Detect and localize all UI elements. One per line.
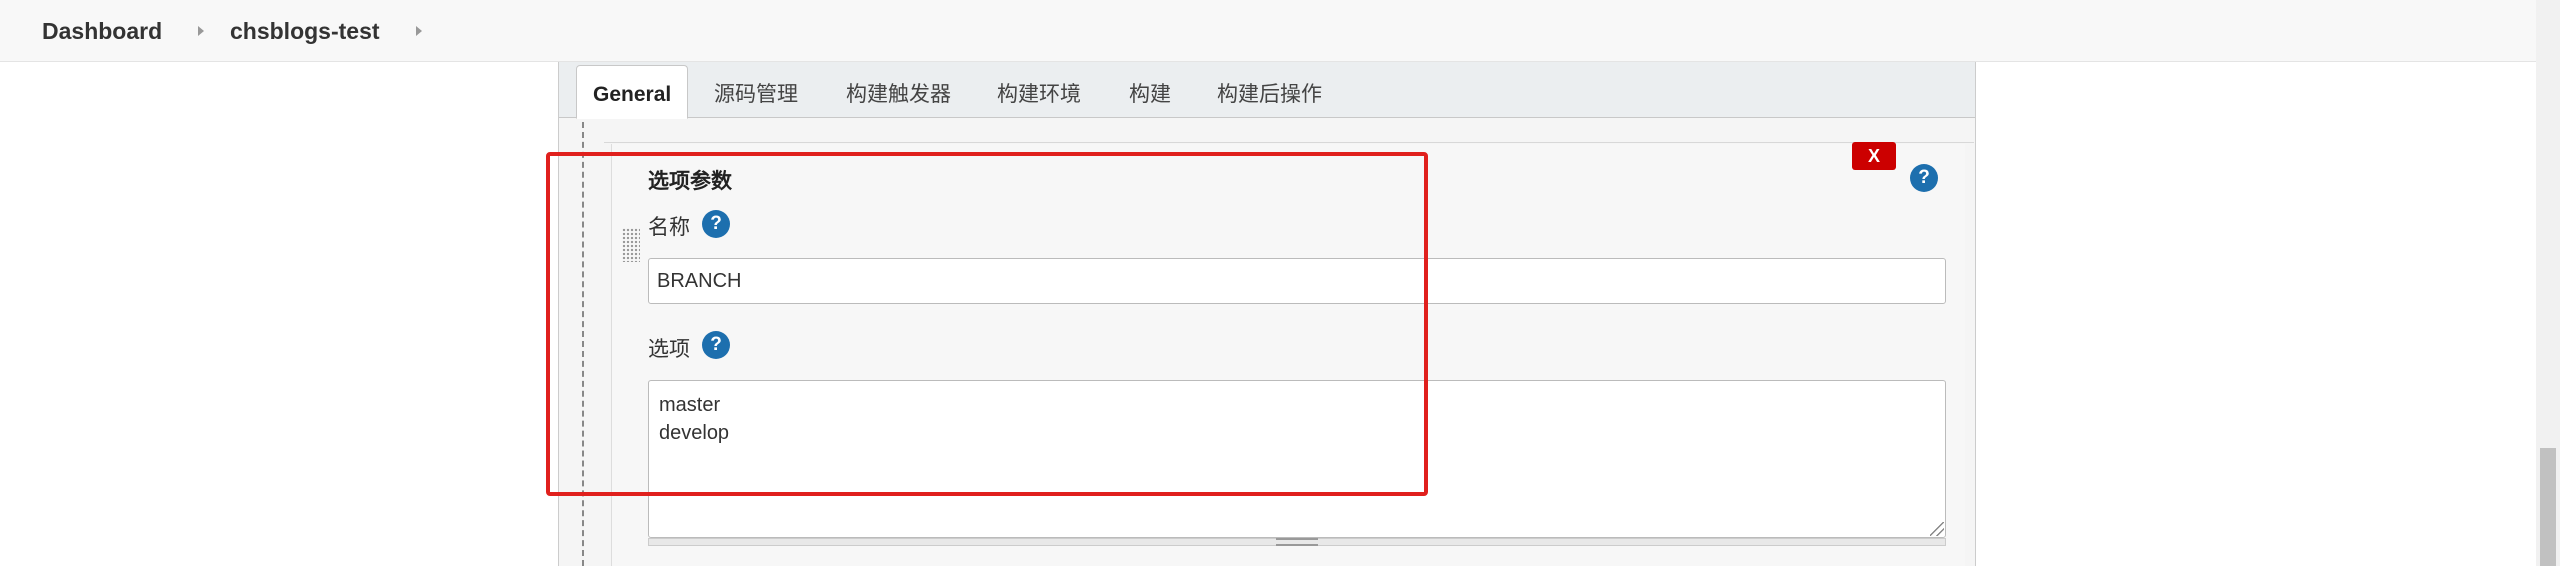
- expand-grip-icon[interactable]: [1276, 538, 1318, 546]
- tab-post-build-actions[interactable]: 构建后操作: [1217, 82, 1322, 108]
- delete-parameter-button[interactable]: X: [1852, 142, 1896, 170]
- config-tabbar: General 源码管理 构建触发器 构建环境 构建 构建后操作: [559, 62, 1975, 119]
- choices-help-icon[interactable]: ?: [702, 331, 730, 359]
- section-guide-line: [582, 122, 584, 566]
- divider: [604, 142, 1974, 143]
- drag-handle-icon[interactable]: [622, 228, 640, 262]
- tab-build[interactable]: 构建: [1129, 82, 1171, 108]
- choice-line: master: [659, 394, 721, 416]
- breadcrumb: Dashboard chsblogs-test: [0, 0, 2536, 62]
- breadcrumb-chevron-icon[interactable]: [416, 26, 422, 36]
- scrollbar-thumb[interactable]: [2540, 448, 2556, 566]
- breadcrumb-job-link[interactable]: chsblogs-test: [230, 16, 380, 46]
- tab-source-code-management[interactable]: 源码管理: [714, 82, 798, 108]
- name-help-icon[interactable]: ?: [702, 210, 730, 238]
- name-input[interactable]: BRANCH: [648, 258, 1946, 304]
- choices-label: 选项: [648, 338, 690, 361]
- tab-build-environment[interactable]: 构建环境: [997, 82, 1081, 108]
- choice-line: develop: [659, 422, 730, 444]
- parameter-title: 选项参数: [648, 170, 732, 193]
- choices-textarea[interactable]: master develop: [648, 380, 1946, 538]
- tab-build-triggers[interactable]: 构建触发器: [846, 82, 951, 108]
- tab-general[interactable]: General: [576, 65, 689, 119]
- help-icon[interactable]: ?: [1910, 164, 1938, 192]
- name-label: 名称: [648, 216, 690, 239]
- breadcrumb-chevron-icon[interactable]: [198, 26, 204, 36]
- breadcrumb-dashboard-link[interactable]: Dashboard: [42, 16, 162, 46]
- vertical-scrollbar[interactable]: [2536, 0, 2560, 566]
- resize-grip-icon[interactable]: [1930, 522, 1944, 536]
